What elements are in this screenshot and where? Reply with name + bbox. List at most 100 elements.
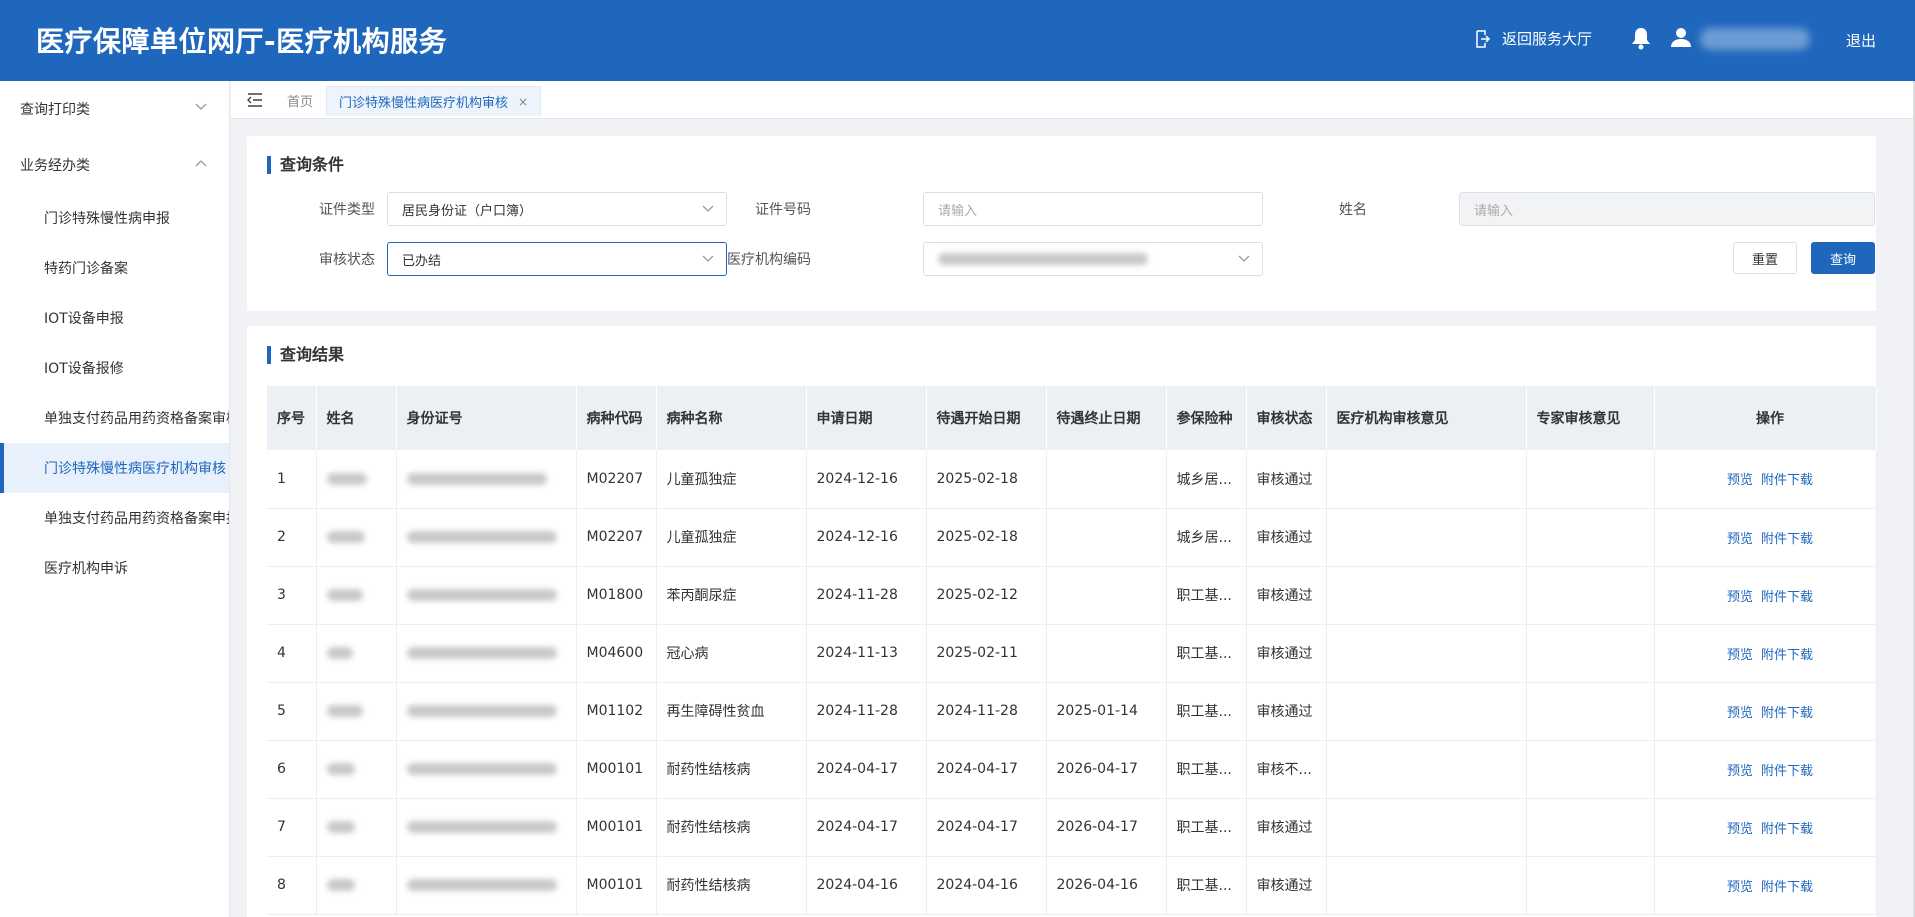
close-icon[interactable]: × [518,95,528,109]
sidebar-item-chronic-org-review[interactable]: 门诊特殊慢性病医疗机构审核 [0,443,229,493]
row-name-blurred [316,682,397,741]
row-disease-code: M02207 [576,450,657,509]
sidebar-group-business[interactable]: 业务经办类 [0,137,229,193]
preview-link[interactable]: 预览 [1727,590,1753,605]
table-row: 7 M00101 耐药性结核病 2024-04-17 2024-04-17 2026-04… [267,798,1877,857]
sidebar-item-chronic-declare[interactable]: 门诊特殊慢性病申报 [0,193,229,243]
logout-button[interactable]: 退出 [1846,30,1876,51]
col-header: 待遇开始日期 [926,386,1047,450]
preview-link[interactable]: 预览 [1727,532,1753,547]
download-attachment-link[interactable]: 附件下载 [1761,822,1813,837]
row-insurance: 职工基... [1166,856,1247,915]
col-header: 专家审核意见 [1526,386,1655,450]
download-attachment-link[interactable]: 附件下载 [1761,473,1813,488]
row-name-blurred [316,508,397,567]
sidebar-group-query-print[interactable]: 查询打印类 [0,81,229,137]
preview-link[interactable]: 预览 [1727,764,1753,779]
bell-icon[interactable] [1630,26,1652,50]
row-disease-code: M04600 [576,624,657,683]
back-to-hall-link[interactable]: 返回服务大厅 [1474,28,1592,49]
cert-type-value: 居民身份证（户口簿） [402,203,533,219]
name-input[interactable]: 请输入 [1459,192,1875,226]
row-apply-date: 2024-04-17 [806,798,927,857]
download-attachment-link[interactable]: 附件下载 [1761,590,1813,605]
row-start-date: 2025-02-11 [926,624,1047,683]
table-row: 2 M02207 儿童孤独症 2024-12-16 2025-02-18 城乡居... 审核… [267,508,1877,567]
tab-chronic-org-review[interactable]: 门诊特殊慢性病医疗机构审核 × [326,86,542,116]
row-end-date: 2026-04-17 [1046,798,1167,857]
back-to-hall-label: 返回服务大厅 [1502,30,1593,48]
search-button[interactable]: 查询 [1811,242,1875,274]
sidebar-item-iot-declare[interactable]: IOT设备申报 [0,293,229,343]
row-id-blurred [396,508,577,567]
org-code-select[interactable] [923,242,1263,276]
result-title: 查询结果 [267,346,344,364]
row-expert-opinion [1526,508,1655,567]
cert-no-input[interactable]: 请输入 [923,192,1263,226]
sidebar-item-special-drug-record[interactable]: 特药门诊备案 [0,243,229,293]
status-label: 审核状态 [319,252,375,268]
preview-link[interactable]: 预览 [1727,880,1753,895]
tabs-bar: 首页 门诊特殊慢性病医疗机构审核 × [231,81,1913,119]
sidebar-group-label: 业务经办类 [20,158,90,174]
row-org-opinion [1326,682,1527,741]
exit-door-icon [1476,29,1490,48]
row-status: 审核通过 [1246,798,1327,857]
row-index: 8 [267,856,317,915]
row-expert-opinion [1526,450,1655,509]
download-attachment-link[interactable]: 附件下载 [1761,532,1813,547]
col-header: 序号 [267,386,317,450]
col-header: 审核状态 [1246,386,1327,450]
row-disease-name: 耐药性结核病 [656,740,807,799]
row-name-blurred [316,624,397,683]
row-status: 审核不... [1246,740,1327,799]
row-insurance: 职工基... [1166,682,1247,741]
blurred-text [326,763,355,775]
row-actions: 预览 附件下载 [1654,740,1877,799]
blurred-text [326,705,363,717]
row-end-date: 2025-01-14 [1046,682,1167,741]
download-attachment-link[interactable]: 附件下载 [1761,706,1813,721]
preview-link[interactable]: 预览 [1727,473,1753,488]
row-id-blurred [396,566,577,625]
row-index: 3 [267,566,317,625]
row-apply-date: 2024-12-16 [806,450,927,509]
preview-link[interactable]: 预览 [1727,706,1753,721]
download-attachment-link[interactable]: 附件下载 [1761,764,1813,779]
row-index: 2 [267,508,317,567]
preview-link[interactable]: 预览 [1727,822,1753,837]
row-disease-code: M00101 [576,856,657,915]
row-index: 1 [267,450,317,509]
row-name-blurred [316,566,397,625]
result-panel: 查询结果 序号 姓名 身份证号 病种代码 病种名称 申请日期 待遇开始日期 待遇… [247,326,1877,917]
row-name-blurred [316,740,397,799]
sidebar-item-org-appeal[interactable]: 医疗机构申诉 [0,543,229,593]
blurred-text [406,821,557,833]
sidebar-item-drug-qualification-declare[interactable]: 单独支付药品用药资格备案申报 [0,493,229,543]
row-index: 5 [267,682,317,741]
row-apply-date: 2024-12-16 [806,508,927,567]
blurred-text [406,531,557,543]
user-icon[interactable] [1670,26,1692,48]
row-disease-name: 再生障碍性贫血 [656,682,807,741]
reset-button[interactable]: 重置 [1733,242,1797,274]
blurred-text [326,531,365,543]
row-expert-opinion [1526,856,1655,915]
row-disease-code: M00101 [576,798,657,857]
preview-link[interactable]: 预览 [1727,648,1753,663]
blurred-text [406,589,557,601]
row-org-opinion [1326,566,1527,625]
row-disease-name: 冠心病 [656,624,807,683]
row-org-opinion [1326,856,1527,915]
download-attachment-link[interactable]: 附件下载 [1761,880,1813,895]
download-attachment-link[interactable]: 附件下载 [1761,648,1813,663]
row-end-date: 2026-04-16 [1046,856,1167,915]
cert-type-select[interactable]: 居民身份证（户口簿） [387,192,727,226]
sidebar-item-drug-qualification-review[interactable]: 单独支付药品用药资格备案审核 [0,393,229,443]
tab-label: 门诊特殊慢性病医疗机构审核 [339,96,509,111]
tab-home[interactable]: 首页 [287,91,313,110]
row-actions: 预览 附件下载 [1654,856,1877,915]
menu-fold-icon[interactable] [247,93,263,107]
status-select[interactable]: 已办结 [387,242,727,276]
sidebar-item-iot-repair[interactable]: IOT设备报修 [0,343,229,393]
